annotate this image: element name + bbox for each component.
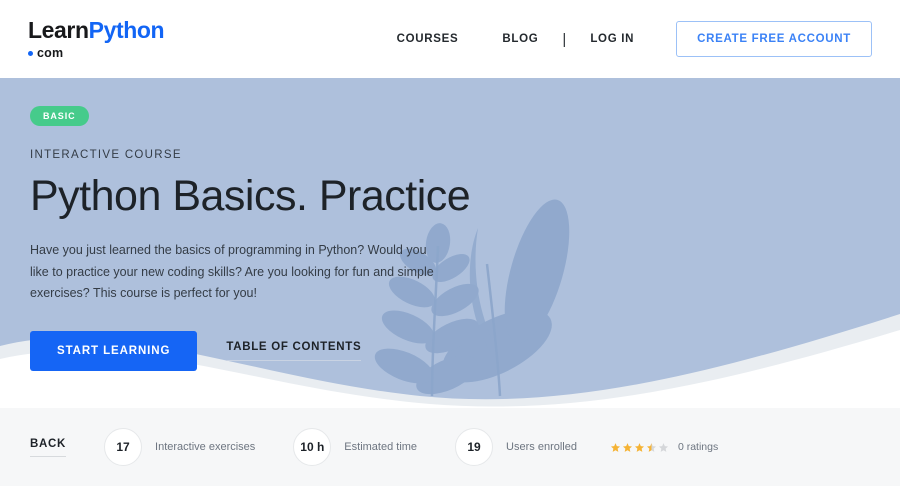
stat-label-users: Users enrolled — [506, 441, 577, 453]
course-type-label: INTERACTIVE COURSE — [30, 149, 182, 161]
nav-link-login[interactable]: LOG IN — [568, 33, 656, 45]
stat-estimated-time: 10 h Estimated time — [293, 428, 417, 466]
site-header: LearnPython com COURSES BLOG | LOG IN CR… — [0, 0, 900, 78]
rating-count-label: 0 ratings — [677, 441, 719, 453]
star-icon[interactable] — [634, 442, 645, 453]
bullet-dot-icon — [28, 50, 33, 56]
logo-wordmark: LearnPython — [28, 16, 165, 43]
page-footer-space — [0, 486, 900, 500]
site-logo[interactable]: LearnPython com — [28, 16, 165, 60]
hero-content: BASIC INTERACTIVE COURSE Python Basics. … — [0, 78, 900, 371]
nav-separator: | — [562, 30, 567, 48]
star-icon[interactable] — [610, 442, 621, 453]
star-icon[interactable] — [658, 442, 669, 453]
star-icon[interactable] — [622, 442, 633, 453]
logo-python-text: Python — [88, 16, 165, 43]
star-icon[interactable] — [646, 442, 657, 453]
hero-section: BASIC INTERACTIVE COURSE Python Basics. … — [0, 78, 900, 408]
page-title: Python Basics. Practice — [30, 172, 471, 220]
level-badge: BASIC — [30, 106, 89, 126]
stat-value-users: 19 — [455, 428, 494, 466]
stat-value-exercises: 17 — [104, 428, 143, 466]
start-learning-button[interactable]: START LEARNING — [30, 330, 198, 371]
hero-actions: START LEARNING TABLE OF CONTENTS — [30, 330, 870, 371]
back-link[interactable]: BACK — [30, 438, 67, 457]
star-rating-icons[interactable] — [610, 442, 669, 453]
stat-label-exercises: Interactive exercises — [155, 441, 256, 453]
stat-value-time: 10 h — [293, 428, 332, 466]
logo-domain: com — [28, 47, 164, 60]
create-free-account-button[interactable]: CREATE FREE ACCOUNT — [676, 21, 872, 57]
course-description: Have you just learned the basics of prog… — [30, 243, 434, 301]
course-stats-bar: BACK 17 Interactive exercises 10 h Estim… — [0, 408, 900, 486]
stat-users-enrolled: 19 Users enrolled — [455, 428, 577, 466]
main-navigation: COURSES BLOG | LOG IN CREATE FREE ACCOUN… — [375, 21, 872, 57]
logo-com-text: com — [37, 45, 64, 60]
course-landing-page: LearnPython com COURSES BLOG | LOG IN CR… — [0, 0, 900, 500]
nav-link-blog[interactable]: BLOG — [480, 33, 560, 45]
stat-label-time: Estimated time — [344, 441, 418, 453]
rating-widget[interactable]: 0 ratings — [610, 441, 718, 453]
logo-learn-text: Learn — [28, 16, 89, 43]
stat-interactive-exercises: 17 Interactive exercises — [104, 428, 255, 466]
table-of-contents-link[interactable]: TABLE OF CONTENTS — [226, 341, 362, 361]
nav-link-courses[interactable]: COURSES — [375, 33, 481, 45]
